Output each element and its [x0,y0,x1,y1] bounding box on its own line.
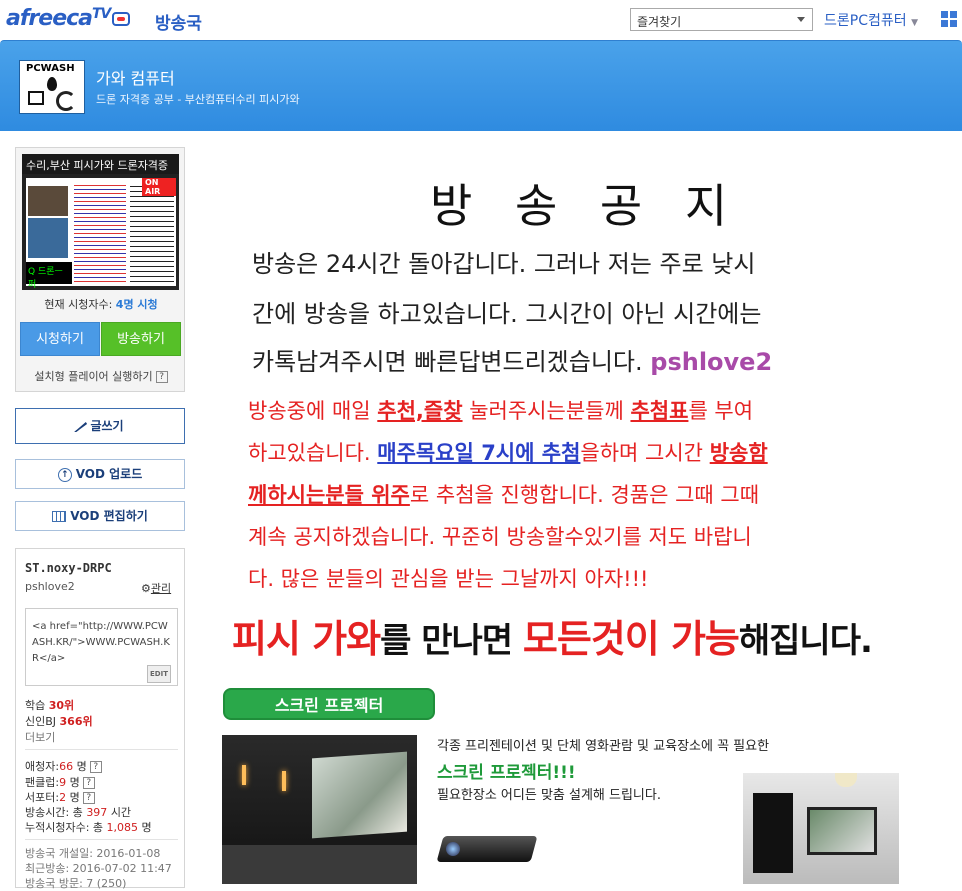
opened-date: 방송국 개설일: 2016-01-08 [25,847,161,860]
last-broadcast: 최근방송: 2016-07-02 11:47 [25,862,172,875]
vod-upload-button[interactable]: ↑ VOD 업로드 [15,459,185,489]
chevron-down-icon [797,17,805,22]
edit-button[interactable]: EDIT [147,665,171,683]
station-banner: PCWASH 가와 컴퓨터 드론 자격증 공부 - 부산컴퓨터수리 피시가와 [0,40,962,131]
vod-edit-button[interactable]: VOD 편집하기 [15,501,185,531]
help-icon[interactable]: ? [89,761,102,773]
installed-player-link[interactable]: 설치형 플레이어 실행하기? [16,368,186,384]
notice-red-line: 하고있습니다. 매주목요일 7시에 추첨을하며 그시간 방송함 [248,441,768,465]
manage-link[interactable]: ⚙관리 [141,580,171,596]
film-icon [52,511,67,522]
promo-headline: 스크린 프로젝터!!! [437,763,576,783]
promo-text: 필요한장소 어디든 맞춤 설계해 드립니다. [437,788,661,803]
notice-red-line: 께하시는분들 위주로 추첨을 진행합니다. 경품은 그때 그때 [248,483,760,507]
recycle-icon [56,91,76,111]
notice-title: 방 송 공 지 [430,179,742,233]
viewer-count: 현재 시청자수: 4명 시청 [44,298,158,311]
monitor-icon [28,91,44,105]
caret-down-icon: ▼ [911,18,918,28]
airtime-stat: 방송시간: 총 397 시간 [25,806,132,819]
profile-panel: ST.noxy-DRPC pshlove2 ⚙관리 <a href="http:… [15,548,185,890]
live-panel: 수리,부산 피시가와 드론자격증 Q 드론ㅡ퍼 ON AIR 현재 시청자수: … [15,147,185,392]
visit-count: 방송국 방문: 7 (250) [25,877,127,890]
section-title[interactable]: 방송국 [155,9,202,34]
broadcast-button[interactable]: 방송하기 [101,322,181,356]
help-icon[interactable]: ? [155,371,168,383]
bj-id: pshlove2 [25,580,75,593]
station-title[interactable]: 가와 컴퓨터 [96,65,175,89]
notice-red-line: 계속 공지하겠습니다. 꾸준히 방송할수있기를 저도 바랍니 [248,525,752,549]
projector-heading: 스크린 프로젝터 [223,688,435,720]
onair-badge: ON AIR [142,178,176,196]
more-link[interactable]: 더보기 [25,729,55,745]
fanclub-stat: 팬클럽:9 명? [25,774,95,790]
supporters-stat: 서포터:2 명? [25,789,95,805]
favorites-select[interactable]: 즐겨찾기 [630,8,813,31]
profile-html-box[interactable]: <a href="http://WWW.PCWASH.KR/">WWW.PCWA… [25,608,178,686]
write-post-button[interactable]: 글쓰기 [15,408,185,444]
live-caption: 수리,부산 피시가와 드론자격증 [22,154,179,174]
pencil-icon [75,422,89,432]
drop-icon [47,77,57,91]
slogan: 피시 가와를 만나면 모든것이 가능해집니다. [232,617,873,661]
grid-menu-icon[interactable] [941,11,958,28]
tv-icon [112,12,131,26]
rank-newbj: 신인BJ 366위 [25,715,93,728]
station-logo[interactable]: PCWASH [19,60,85,114]
promo-text: 각종 프리젠테이션 및 단체 영화관람 및 교육장소에 꼭 필요한 [437,739,770,754]
theater-image [222,735,417,884]
fans-stat: 애청자:66 명? [25,758,102,774]
station-subtitle: 드론 자격증 공부 - 부산컴퓨터수리 피시가와 [96,93,300,106]
total-viewers-stat: 누적시청자수: 총 1,085 명 [25,821,152,834]
rank-learn: 학습 30위 [25,699,75,712]
notice-line: 방송은 24시간 돌아갑니다. 그러나 저는 주로 낮시 [252,250,756,278]
notice-red-line: 다. 많은 분들의 관심을 받는 그날까지 아자!!! [248,567,649,591]
notice-line: 간에 방송을 하고있습니다. 그시간이 아닌 시간에는 [252,300,762,328]
pc-room-image [743,773,899,884]
help-icon[interactable]: ? [82,777,95,789]
upload-arrow-icon: ↑ [57,467,72,482]
projector-image [432,826,542,870]
gear-icon: ⚙ [141,582,151,595]
help-icon[interactable]: ? [82,792,95,804]
user-menu[interactable]: 드론PC컴퓨터 ▼ [824,10,918,30]
bj-name: ST.noxy-DRPC [25,561,112,575]
notice-red-line: 방송중에 매일 추천,즐찾 눌러주시는분들께 추첨표를 부여 [248,399,754,423]
afreecatv-logo[interactable]: afreecaTV [6,6,131,31]
watch-button[interactable]: 시청하기 [20,322,100,356]
live-thumbnail[interactable]: 수리,부산 피시가와 드론자격증 Q 드론ㅡ퍼 ON AIR [22,154,179,290]
notice-line: 카톡남겨주시면 빠른답변드리겠습니다. pshlove2 [252,348,773,376]
top-bar: afreecaTV 방송국 즐겨찾기 드론PC컴퓨터 ▼ [0,0,962,40]
